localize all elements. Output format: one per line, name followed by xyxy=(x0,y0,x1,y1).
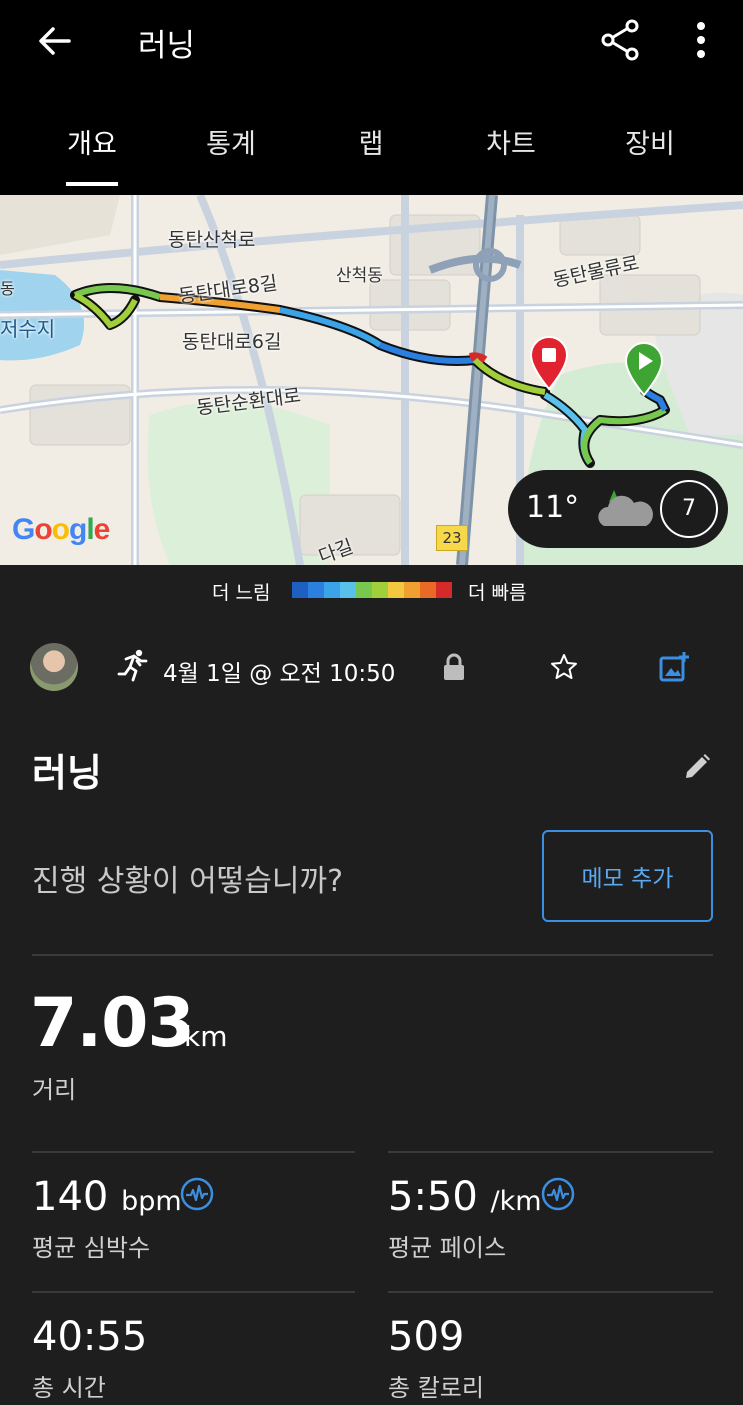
legend-color-swatch xyxy=(388,582,404,598)
map-lake-label: 저수지 xyxy=(0,317,56,341)
legend-color-swatch xyxy=(436,582,452,598)
active-tab-indicator xyxy=(66,182,118,186)
avg-pace-value: 5:50 xyxy=(388,1174,478,1220)
legend-color-swatch xyxy=(340,582,356,598)
start-marker-icon xyxy=(624,342,664,397)
running-icon xyxy=(117,649,148,682)
share-button[interactable] xyxy=(596,16,644,64)
avg-pace-unit: /km xyxy=(490,1186,542,1217)
map-street-label: 동탄대로6길 xyxy=(182,331,282,353)
pace-legend: 더 느림 더 빠름 xyxy=(0,572,743,608)
google-logo: Google xyxy=(12,513,110,546)
share-icon xyxy=(601,19,639,61)
cloud-icon xyxy=(598,490,653,526)
legend-color-bar xyxy=(292,582,452,598)
route-map[interactable]: 동탄산척로 동탄대로8길 동탄대로6길 동탄순환대로 동탄물류로 산척동 저수지… xyxy=(0,195,743,565)
avg-pace-label: 평균 페이스 xyxy=(388,1234,507,1262)
tab-gear[interactable]: 장비 xyxy=(590,122,710,161)
divider xyxy=(388,1291,713,1293)
legend-color-swatch xyxy=(324,582,340,598)
more-options-button[interactable] xyxy=(686,16,716,64)
heart-rate-monitor-icon[interactable] xyxy=(180,1177,214,1211)
star-icon[interactable] xyxy=(549,652,579,682)
avg-heart-rate: 140 bpm xyxy=(32,1174,182,1220)
activity-date: 4월 1일 @ 오전 10:50 xyxy=(163,661,396,687)
app-header: 러닝 개요 통계 랩 차트 장비 xyxy=(0,0,743,195)
heart-rate-monitor-icon[interactable] xyxy=(541,1177,575,1211)
map-street-label: 동탄산척로 xyxy=(168,229,256,251)
tab-stats[interactable]: 통계 xyxy=(171,122,291,161)
tab-charts[interactable]: 차트 xyxy=(451,122,571,161)
legend-color-swatch xyxy=(308,582,324,598)
avatar[interactable] xyxy=(30,643,78,691)
distance-unit: km xyxy=(184,1020,228,1053)
avg-heart-rate-value: 140 xyxy=(32,1174,109,1220)
tab-bar: 개요 통계 랩 차트 장비 xyxy=(0,110,743,190)
divider xyxy=(32,1291,355,1293)
distance-label: 거리 xyxy=(32,1076,77,1104)
page-title: 러닝 xyxy=(138,28,196,64)
edit-pencil-icon[interactable] xyxy=(682,752,712,782)
weather-widget[interactable]: 11° 7 xyxy=(508,470,728,548)
map-edge-label: 동 xyxy=(0,279,15,298)
avg-heart-rate-unit: bpm xyxy=(121,1186,182,1217)
legend-color-swatch xyxy=(404,582,420,598)
legend-color-swatch xyxy=(292,582,308,598)
finish-marker-icon xyxy=(529,336,569,391)
add-memo-button[interactable]: 메모 추가 xyxy=(542,830,713,922)
progress-prompt: 진행 상황이 어떻습니까? xyxy=(32,864,343,899)
avg-heart-rate-label: 평균 심박수 xyxy=(32,1234,151,1262)
tab-laps[interactable]: 랩 xyxy=(311,122,431,161)
map-district-label: 산척동 xyxy=(336,266,383,286)
wind-speed-indicator: 7 xyxy=(660,480,718,538)
legend-fast-label: 더 빠름 xyxy=(468,582,527,604)
divider xyxy=(388,1151,713,1153)
road-number-badge: 23 xyxy=(436,525,468,551)
legend-color-swatch xyxy=(372,582,388,598)
add-photo-icon[interactable] xyxy=(657,650,691,684)
more-vertical-icon xyxy=(697,22,705,58)
total-time-value: 40:55 xyxy=(32,1314,148,1360)
lock-icon[interactable] xyxy=(441,652,467,682)
activity-meta-row: 4월 1일 @ 오전 10:50 xyxy=(0,640,743,696)
back-button[interactable] xyxy=(30,18,80,64)
divider xyxy=(32,954,713,956)
avg-pace: 5:50 /km xyxy=(388,1174,542,1220)
distance-value: 7.03 xyxy=(30,984,195,1063)
tab-overview[interactable]: 개요 xyxy=(32,122,152,161)
activity-name: 러닝 xyxy=(32,751,102,795)
total-calories-label: 총 칼로리 xyxy=(388,1374,484,1402)
legend-color-swatch xyxy=(420,582,436,598)
total-calories-value: 509 xyxy=(388,1314,465,1360)
legend-slow-label: 더 느림 xyxy=(212,582,271,604)
legend-color-swatch xyxy=(356,582,372,598)
back-arrow-icon xyxy=(39,27,71,55)
total-time-label: 총 시간 xyxy=(32,1374,106,1402)
divider xyxy=(32,1151,355,1153)
temperature: 11° xyxy=(526,490,580,525)
